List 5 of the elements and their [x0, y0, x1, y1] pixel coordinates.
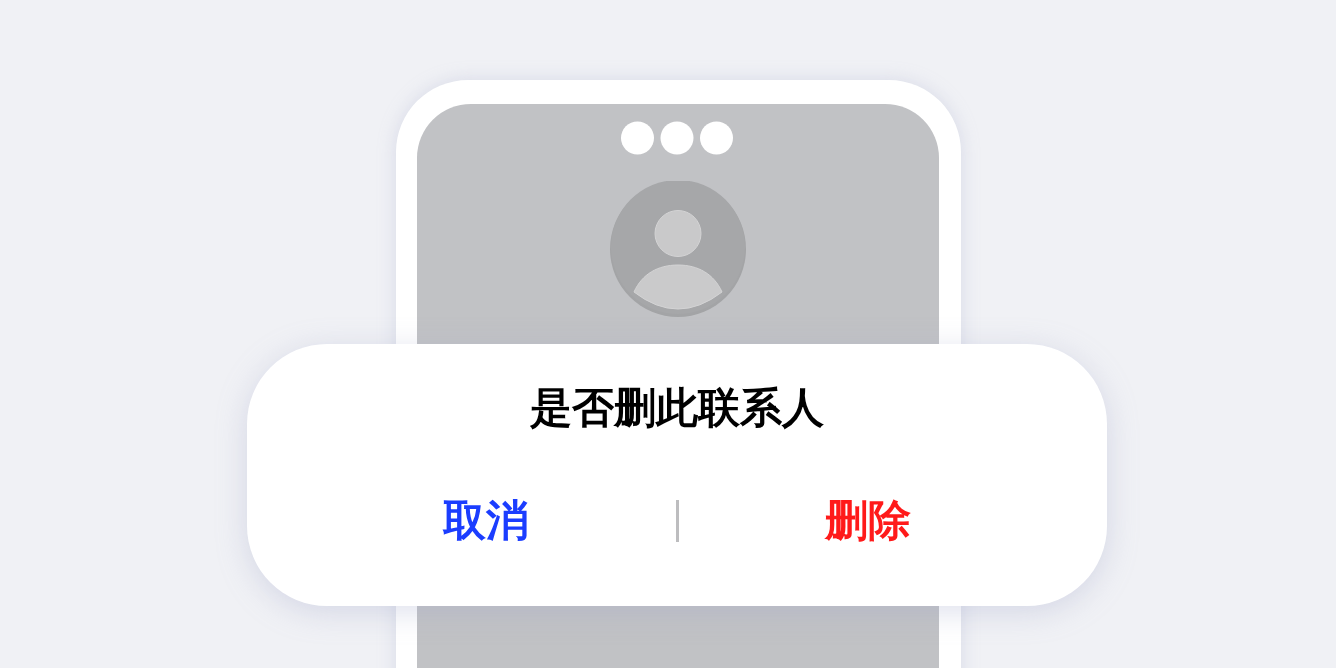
ellipsis-icon — [621, 121, 734, 155]
cancel-button[interactable]: 取消 — [297, 490, 676, 552]
delete-button[interactable]: 删除 — [678, 490, 1057, 552]
avatar-icon — [609, 181, 746, 317]
dialog-title: 是否删此联系人 — [530, 382, 824, 434]
